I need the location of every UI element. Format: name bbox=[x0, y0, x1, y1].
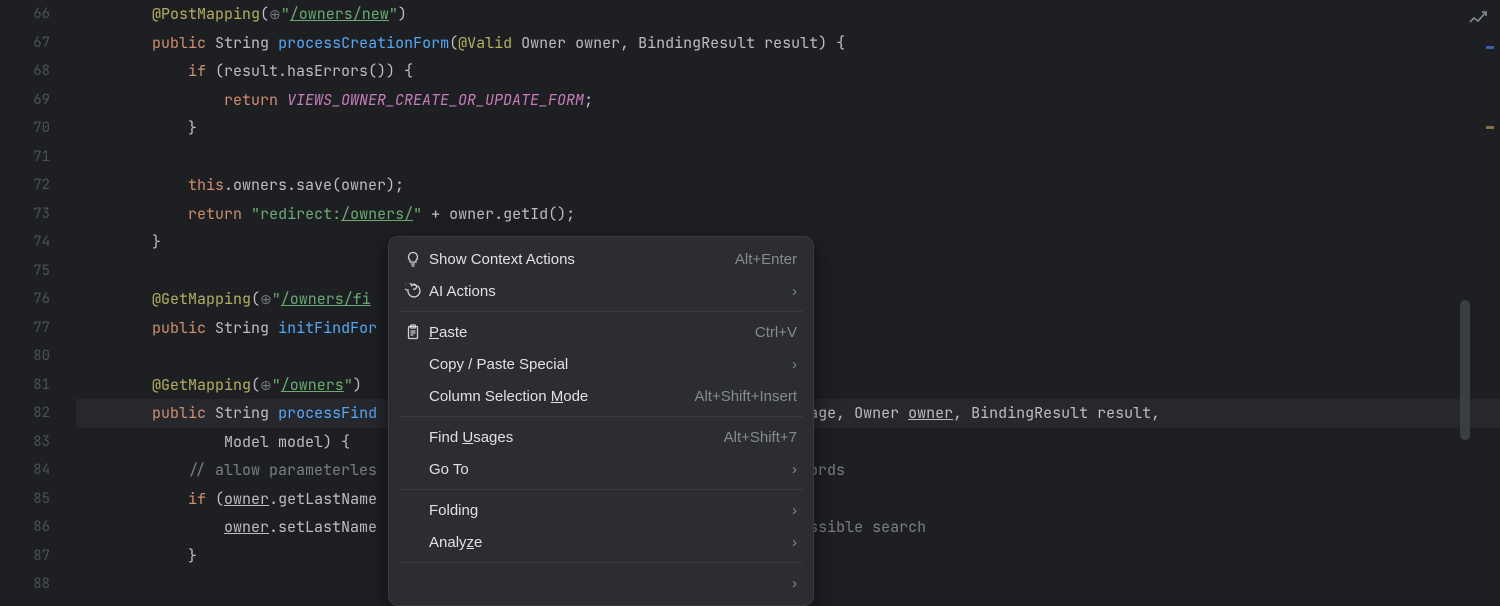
line-number: 68 bbox=[0, 57, 50, 86]
chevron-right-icon: › bbox=[785, 502, 797, 519]
menu-item-paste[interactable]: Paste Ctrl+V bbox=[389, 316, 813, 348]
code-line[interactable] bbox=[76, 143, 1500, 172]
menu-shortcut: Alt+Shift+Insert bbox=[694, 388, 797, 405]
menu-separator bbox=[399, 311, 803, 312]
code-line[interactable]: this.owners.save(owner); bbox=[76, 171, 1500, 200]
menu-label: Go To bbox=[429, 461, 785, 478]
chevron-right-icon: › bbox=[785, 534, 797, 551]
menu-separator bbox=[399, 489, 803, 490]
line-number: 86 bbox=[0, 513, 50, 542]
menu-item-go-to[interactable]: Go To › bbox=[389, 453, 813, 485]
line-number: 72 bbox=[0, 171, 50, 200]
menu-label: Folding bbox=[429, 502, 785, 519]
menu-item-context-actions[interactable]: Show Context Actions Alt+Enter bbox=[389, 243, 813, 275]
clipboard-icon bbox=[405, 324, 429, 340]
menu-label: Paste bbox=[429, 324, 755, 341]
line-number: 75 bbox=[0, 257, 50, 286]
menu-label: Column Selection Mode bbox=[429, 388, 694, 405]
menu-item-ai-actions[interactable]: AI Actions › bbox=[389, 275, 813, 307]
inspections-icon[interactable] bbox=[1468, 8, 1488, 28]
menu-shortcut: Alt+Enter bbox=[735, 251, 797, 268]
menu-item-find-usages[interactable]: Find Usages Alt+Shift+7 bbox=[389, 421, 813, 453]
line-number: 85 bbox=[0, 485, 50, 514]
marker[interactable] bbox=[1486, 126, 1494, 129]
line-number: 66 bbox=[0, 0, 50, 29]
line-number: 80 bbox=[0, 342, 50, 371]
menu-label: Show Context Actions bbox=[429, 251, 735, 268]
chevron-right-icon: › bbox=[785, 461, 797, 478]
lightbulb-icon bbox=[405, 251, 429, 267]
line-number: 76 bbox=[0, 285, 50, 314]
context-menu: Show Context Actions Alt+Enter AI Action… bbox=[388, 236, 814, 606]
menu-item-refactor[interactable]: › bbox=[389, 567, 813, 599]
line-number: 82 bbox=[0, 399, 50, 428]
error-stripe bbox=[1460, 0, 1500, 600]
line-number: 74 bbox=[0, 228, 50, 257]
chevron-right-icon: › bbox=[785, 283, 797, 300]
gutter: 66 67 68 69 70 71 72 73 74 75 76 77 80 8… bbox=[0, 0, 76, 600]
code-line[interactable]: return VIEWS_OWNER_CREATE_OR_UPDATE_FORM… bbox=[76, 86, 1500, 115]
code-line[interactable]: if (result.hasErrors()) { bbox=[76, 57, 1500, 86]
globe-icon: ⊕ bbox=[260, 377, 272, 395]
marker[interactable] bbox=[1486, 46, 1494, 49]
chevron-right-icon: › bbox=[785, 356, 797, 373]
code-line[interactable]: @PostMapping(⊕"/owners/new") bbox=[76, 0, 1500, 29]
menu-shortcut: Alt+Shift+7 bbox=[724, 429, 797, 446]
line-number: 84 bbox=[0, 456, 50, 485]
menu-label: Find Usages bbox=[429, 429, 724, 446]
menu-item-copy-paste-special[interactable]: Copy / Paste Special › bbox=[389, 348, 813, 380]
line-number: 81 bbox=[0, 371, 50, 400]
menu-label: Copy / Paste Special bbox=[429, 356, 785, 373]
line-number: 67 bbox=[0, 29, 50, 58]
line-number: 69 bbox=[0, 86, 50, 115]
line-number: 70 bbox=[0, 114, 50, 143]
menu-item-folding[interactable]: Folding › bbox=[389, 494, 813, 526]
menu-label: AI Actions bbox=[429, 283, 785, 300]
spiral-icon bbox=[405, 283, 429, 299]
globe-icon: ⊕ bbox=[260, 291, 272, 309]
line-number: 77 bbox=[0, 314, 50, 343]
code-line[interactable]: return "redirect:/owners/" + owner.getId… bbox=[76, 200, 1500, 229]
menu-shortcut: Ctrl+V bbox=[755, 324, 797, 341]
code-line[interactable]: } bbox=[76, 114, 1500, 143]
line-number: 83 bbox=[0, 428, 50, 457]
menu-item-analyze[interactable]: Analyze › bbox=[389, 526, 813, 558]
globe-icon: ⊕ bbox=[269, 6, 281, 24]
chevron-right-icon: › bbox=[785, 575, 797, 592]
line-number: 71 bbox=[0, 143, 50, 172]
line-number: 87 bbox=[0, 542, 50, 571]
menu-item-column-selection[interactable]: Column Selection Mode Alt+Shift+Insert bbox=[389, 380, 813, 412]
menu-separator bbox=[399, 416, 803, 417]
scrollbar-thumb[interactable] bbox=[1460, 300, 1470, 440]
code-line[interactable]: public String processCreationForm(@Valid… bbox=[76, 29, 1500, 58]
menu-separator bbox=[399, 562, 803, 563]
menu-label: Analyze bbox=[429, 534, 785, 551]
line-number: 88 bbox=[0, 570, 50, 599]
line-number: 73 bbox=[0, 200, 50, 229]
